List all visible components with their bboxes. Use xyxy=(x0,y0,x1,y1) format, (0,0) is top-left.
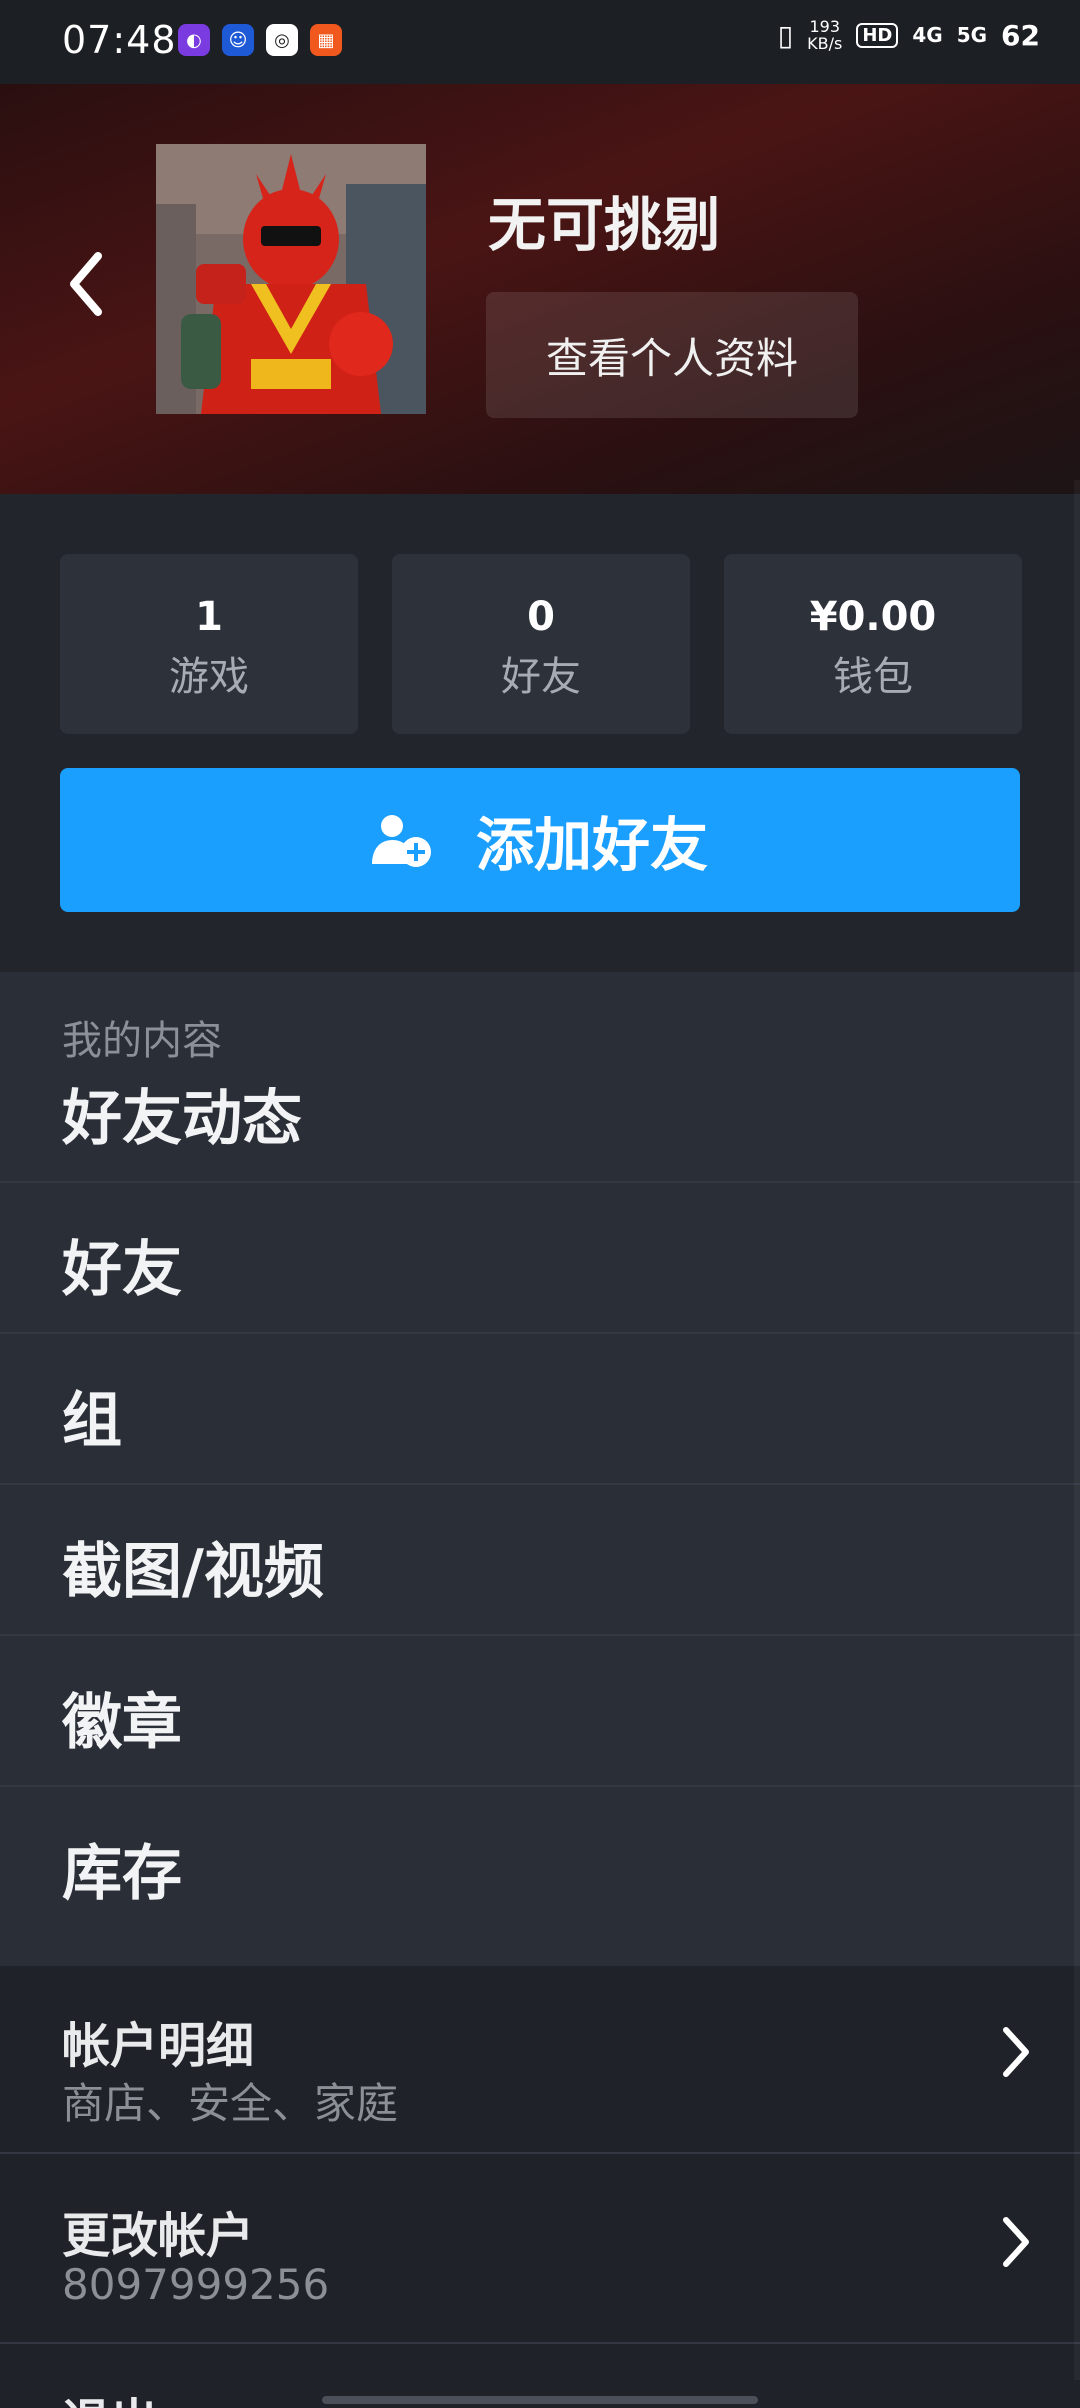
search-notification-icon: ◎ xyxy=(266,24,298,56)
change-account-subtitle: 8097999256 xyxy=(62,2260,330,2309)
app-notification-icon: ☺ xyxy=(222,24,254,56)
menu-item-groups[interactable]: 组 xyxy=(0,1334,1080,1485)
add-user-icon xyxy=(371,815,431,867)
account-details-subtitle: 商店、安全、家庭 xyxy=(62,2079,399,2128)
persona-name: 无可挑剔 xyxy=(488,191,721,259)
menu-item-badges[interactable]: 徽章 xyxy=(0,1636,1080,1787)
chevron-right-icon xyxy=(1003,2027,1029,2077)
chevron-right-icon xyxy=(1003,2217,1029,2267)
menu-item-label: 截图/视频 xyxy=(62,1537,324,1607)
stat-label: 钱包 xyxy=(833,654,913,700)
menu-item-inventory[interactable]: 库存 xyxy=(0,1787,1080,1938)
menu-item-label: 组 xyxy=(62,1386,122,1456)
menu-item-label: 好友 xyxy=(62,1235,182,1305)
stat-card-games[interactable]: 1 游戏 xyxy=(60,554,358,734)
home-indicator[interactable] xyxy=(322,2396,758,2404)
view-profile-button[interactable]: 查看个人资料 xyxy=(486,292,858,418)
menu-item-label: 徽章 xyxy=(62,1688,182,1758)
stats-section: 1 游戏 0 好友 ¥0.00 钱包 添加好友 xyxy=(0,494,1080,972)
stat-label: 游戏 xyxy=(169,654,249,700)
status-time: 07:48 xyxy=(62,18,177,62)
status-bar: 07:48 ◐ ☺ ◎ ▦ ▯ 193 KB/s HD 4G 5G 62 xyxy=(0,0,1080,84)
menu-item-friends[interactable]: 好友 xyxy=(0,1183,1080,1334)
change-account-title: 更改帐户 xyxy=(62,2208,255,2264)
network-speed: 193 KB/s xyxy=(807,18,842,52)
stat-value: ¥0.00 xyxy=(809,594,937,640)
account-details-title: 帐户明细 xyxy=(62,2018,255,2074)
avatar[interactable] xyxy=(156,144,426,414)
network-speed-value: 193 xyxy=(809,17,840,36)
account-section: 帐户明细 商店、安全、家庭 更改帐户 8097999256 退出 xyxy=(0,1966,1080,2408)
menu-item-friend-activity[interactable]: 好友动态 xyxy=(0,1032,1080,1183)
add-friend-button[interactable]: 添加好友 xyxy=(60,768,1020,912)
menu-item-screenshots[interactable]: 截图/视频 xyxy=(0,1485,1080,1636)
profile-header: 无可挑剔 查看个人资料 xyxy=(0,84,1080,494)
menu-item-label: 好友动态 xyxy=(62,1084,302,1154)
stat-value: 0 xyxy=(527,594,555,640)
status-indicators: ▯ 193 KB/s HD 4G 5G 62 xyxy=(778,18,1040,52)
battery-level: 62 xyxy=(1001,18,1040,52)
add-friend-label: 添加好友 xyxy=(475,811,708,879)
signal-4g-icon: 4G xyxy=(912,23,943,47)
signal-5g-icon: 5G xyxy=(956,23,988,47)
vibrate-icon: ▯ xyxy=(777,18,794,52)
menu-item-label: 库存 xyxy=(62,1839,182,1909)
my-content-section: 我的内容 好友动态 好友 组 截图/视频 徽章 库存 xyxy=(0,972,1080,1966)
scrollbar[interactable] xyxy=(1074,480,1080,2380)
account-details-row[interactable]: 帐户明细 商店、安全、家庭 xyxy=(0,1966,1080,2154)
stat-value: 1 xyxy=(195,594,223,640)
hd-voice-icon: HD xyxy=(856,22,899,48)
avatar-image xyxy=(156,144,426,414)
logout-button[interactable]: 退出 xyxy=(62,2382,158,2408)
app-notification-icon: ▦ xyxy=(310,24,342,56)
change-account-row[interactable]: 更改帐户 8097999256 xyxy=(0,2156,1080,2344)
network-speed-unit: KB/s xyxy=(807,34,843,53)
stat-card-friends[interactable]: 0 好友 xyxy=(392,554,690,734)
app-notification-icon: ◐ xyxy=(178,24,210,56)
notification-icons: ◐ ☺ ◎ ▦ xyxy=(178,24,342,56)
back-arrow-icon xyxy=(70,252,102,316)
stat-label: 好友 xyxy=(501,654,581,700)
back-button[interactable] xyxy=(62,244,112,324)
stat-card-wallet[interactable]: ¥0.00 钱包 xyxy=(724,554,1022,734)
